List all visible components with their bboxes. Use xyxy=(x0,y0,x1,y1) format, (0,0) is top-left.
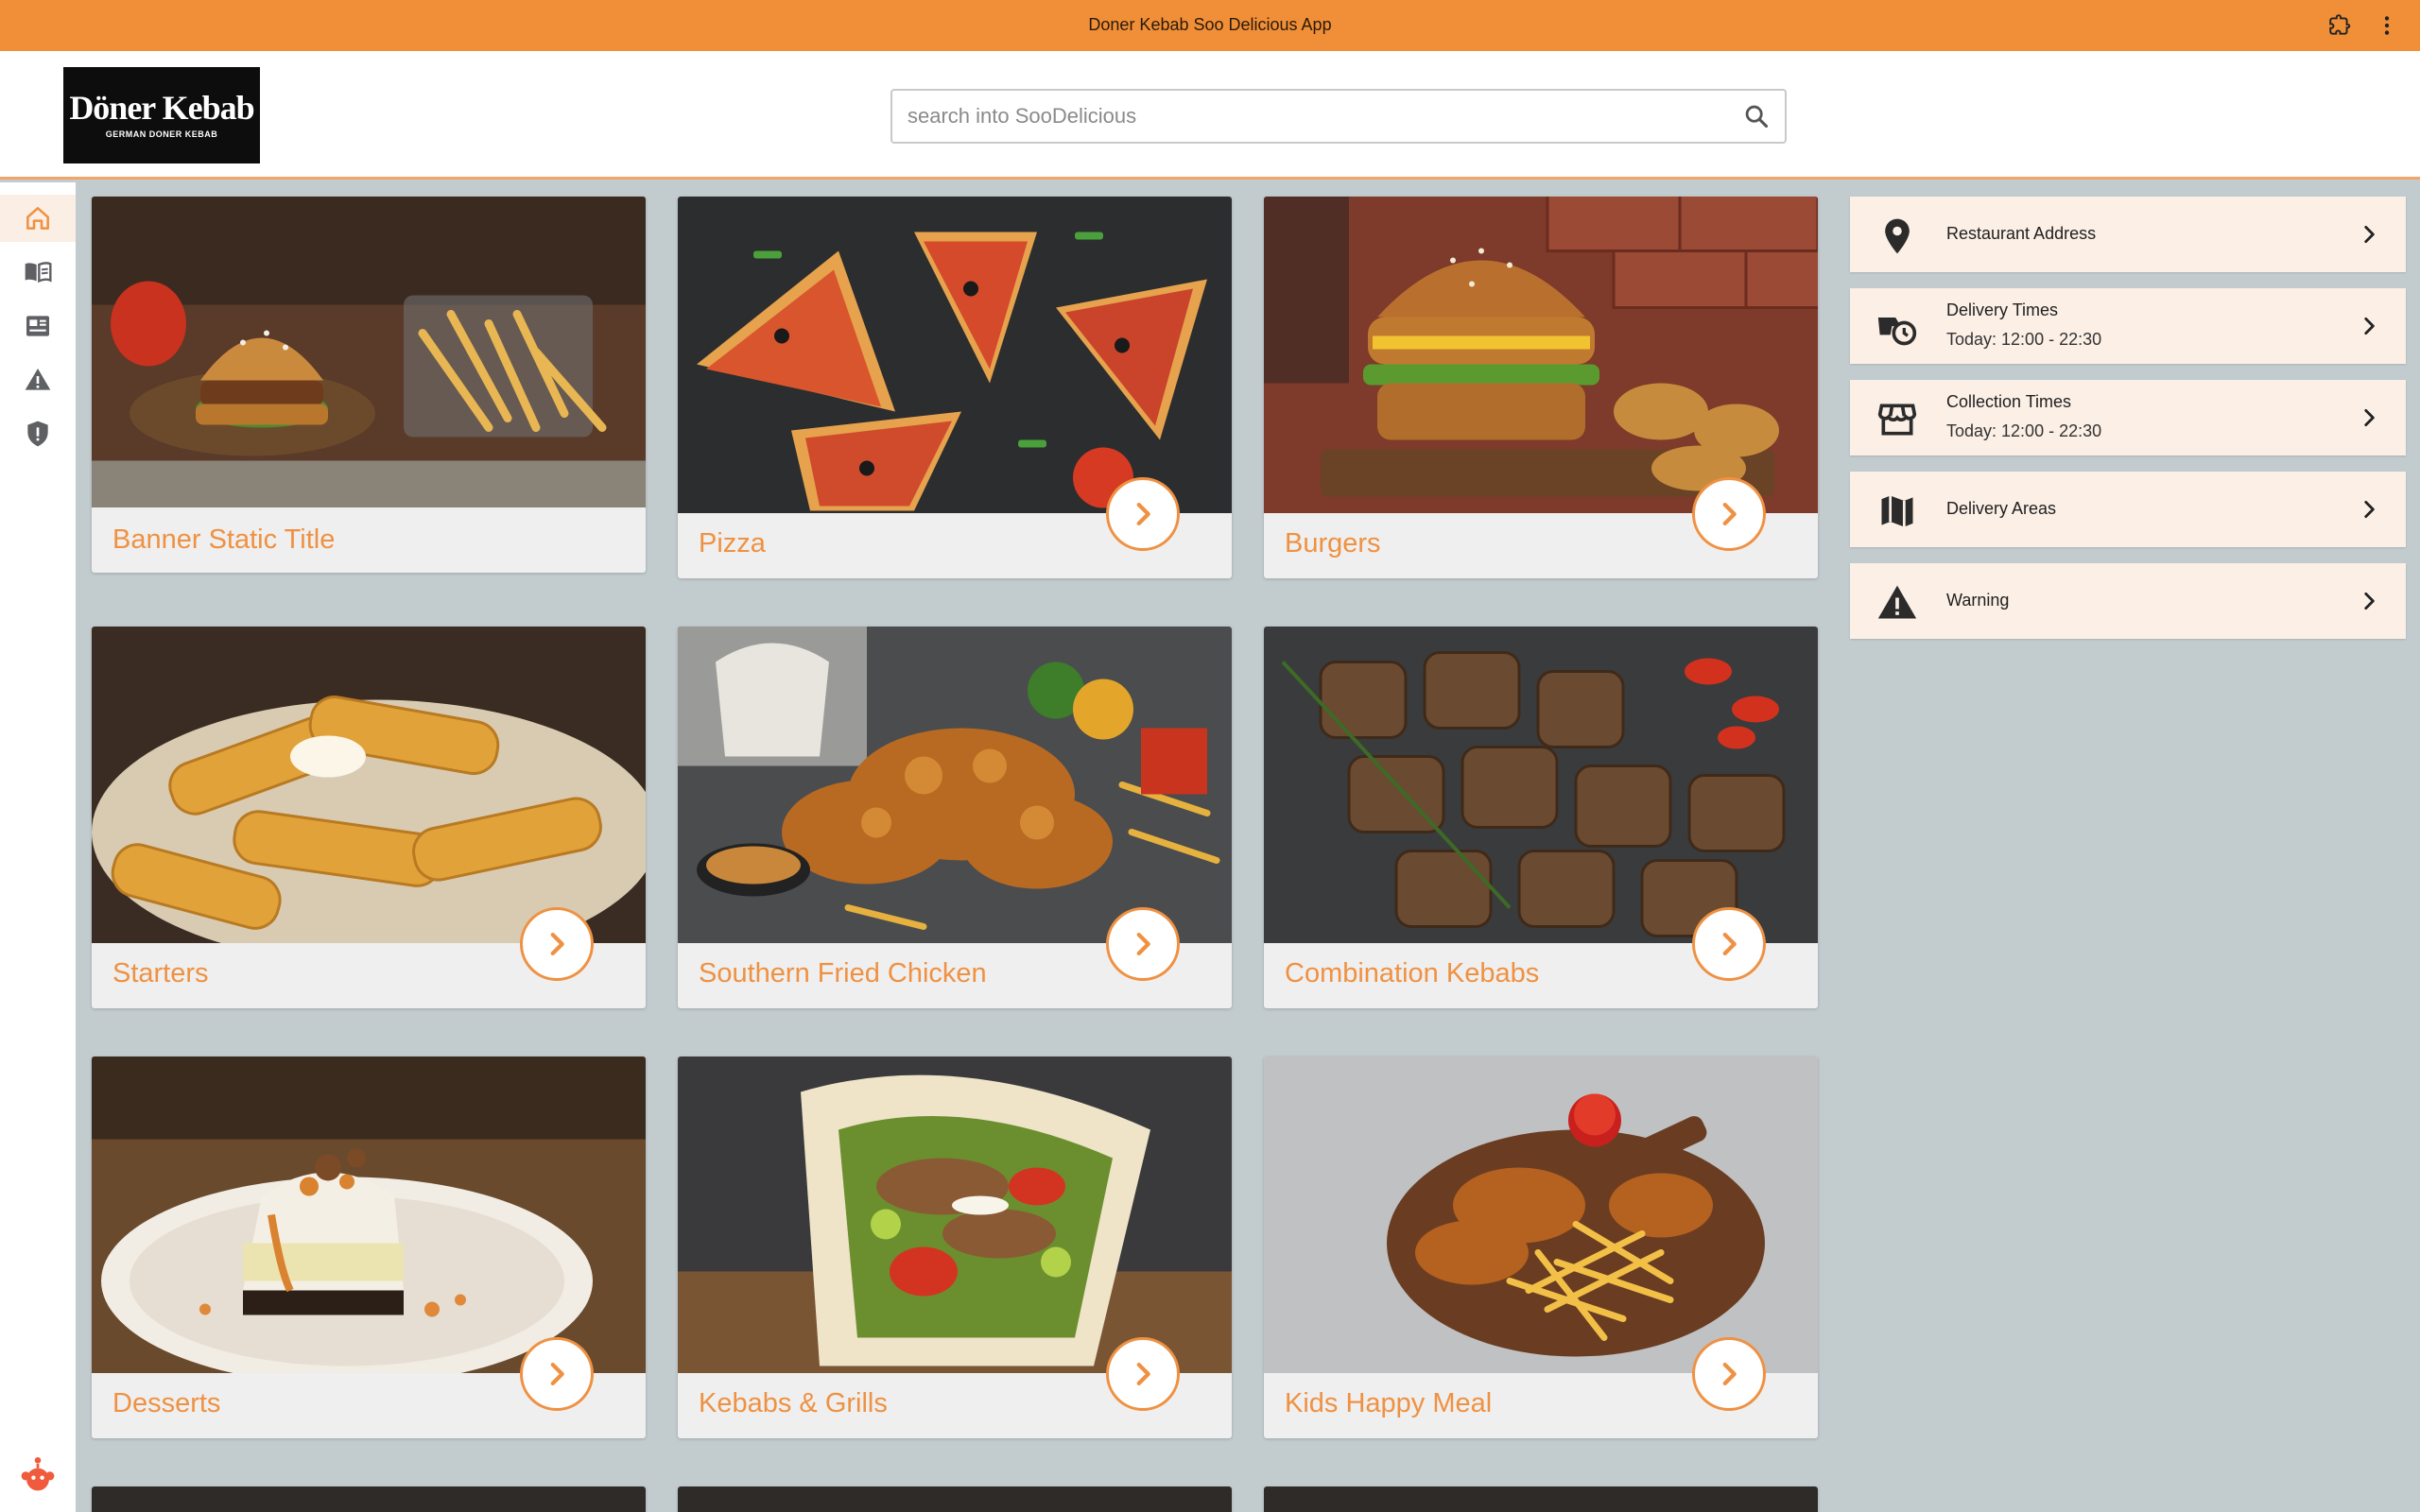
sidebar-item-privacy[interactable] xyxy=(0,410,76,457)
category-photo xyxy=(678,1486,1232,1512)
chevron-right-icon xyxy=(1136,1362,1150,1386)
chevron-right-icon xyxy=(2357,222,2381,247)
category-label: Pizza xyxy=(699,528,766,558)
chevron-right-icon xyxy=(1136,932,1150,956)
chevron-right-icon xyxy=(550,932,564,956)
chevron-right-icon xyxy=(550,1362,564,1386)
chevron-right-icon xyxy=(2357,405,2381,430)
info-item-delivery-times[interactable]: Delivery Times Today: 12:00 - 22:30 xyxy=(1850,288,2406,364)
category-card[interactable] xyxy=(92,1486,646,1512)
category-card[interactable]: Kebabs & Grills xyxy=(678,1057,1232,1438)
shield-icon xyxy=(27,421,48,447)
category-card[interactable]: Southern Fried Chicken xyxy=(678,627,1232,1008)
open-category-button[interactable] xyxy=(1106,1337,1180,1411)
title-bar: Doner Kebab Soo Delicious App xyxy=(0,0,2420,51)
search-icon[interactable] xyxy=(1743,103,1770,129)
category-label: Starters xyxy=(112,958,209,988)
chevron-right-icon xyxy=(1722,932,1737,956)
sidebar-nav xyxy=(0,182,76,1512)
banoffee-pie-photo xyxy=(92,1057,646,1373)
category-label: Desserts xyxy=(112,1388,221,1418)
mozzarella-sticks-photo xyxy=(92,627,646,943)
chevron-right-icon xyxy=(2357,589,2381,613)
chevron-right-icon xyxy=(2357,314,2381,338)
info-item-restaurant-address[interactable]: Restaurant Address xyxy=(1850,197,2406,272)
grilled-kebab-pieces-photo xyxy=(1264,627,1818,943)
category-card[interactable]: Combination Kebabs xyxy=(1264,627,1818,1008)
info-title: Delivery Times xyxy=(1946,301,2059,319)
window-title: Doner Kebab Soo Delicious App xyxy=(1088,15,1332,34)
home-icon xyxy=(26,207,49,230)
info-title: Delivery Areas xyxy=(1946,499,2057,518)
open-category-button[interactable] xyxy=(1106,907,1180,981)
warning-icon xyxy=(25,369,51,390)
chevron-right-icon xyxy=(1722,1362,1737,1386)
category-label: Kids Happy Meal xyxy=(1285,1388,1493,1418)
burger-and-fries-photo xyxy=(92,197,646,507)
fried-chicken-photo xyxy=(678,627,1232,943)
book-open-icon xyxy=(25,262,52,284)
sidebar-item-warnings[interactable] xyxy=(0,356,76,404)
sidebar-item-news[interactable] xyxy=(0,302,76,350)
category-card[interactable]: Banner Static Title xyxy=(92,197,646,573)
extension-icon[interactable] xyxy=(2327,13,2352,38)
category-photo xyxy=(1264,1486,1818,1512)
info-title: Collection Times xyxy=(1946,392,2072,411)
app-mascot-icon[interactable] xyxy=(17,1453,59,1495)
doner-wrap-photo xyxy=(678,1057,1232,1373)
search-box[interactable] xyxy=(890,89,1787,144)
search-input[interactable] xyxy=(908,91,1720,142)
category-card[interactable]: Desserts xyxy=(92,1057,646,1438)
open-category-button[interactable] xyxy=(1106,477,1180,551)
category-card[interactable]: Pizza xyxy=(678,197,1232,578)
open-category-button[interactable] xyxy=(520,1337,594,1411)
info-title: Warning xyxy=(1946,591,2010,610)
pizza-slices-photo xyxy=(678,197,1232,513)
more-vert-icon[interactable] xyxy=(2375,13,2399,38)
map-icon xyxy=(1876,490,1918,532)
category-card[interactable] xyxy=(1264,1486,1818,1512)
open-category-button[interactable] xyxy=(1692,1337,1766,1411)
category-card[interactable] xyxy=(678,1486,1232,1512)
category-card[interactable]: Kids Happy Meal xyxy=(1264,1057,1818,1438)
app-header: Döner Kebab GERMAN DONER KEBAB xyxy=(0,51,2420,180)
category-label: Banner Static Title xyxy=(112,524,336,555)
chevron-right-icon xyxy=(1136,502,1150,526)
open-category-button[interactable] xyxy=(1692,477,1766,551)
delivery-time-icon xyxy=(1876,307,1918,349)
article-icon xyxy=(26,316,49,336)
info-title: Restaurant Address xyxy=(1946,224,2097,243)
category-label: Kebabs & Grills xyxy=(699,1388,888,1418)
info-item-delivery-areas[interactable]: Delivery Areas xyxy=(1850,472,2406,547)
location-pin-icon xyxy=(1876,215,1918,257)
category-label: Combination Kebabs xyxy=(1285,958,1540,988)
storefront-icon xyxy=(1876,399,1918,440)
category-photo xyxy=(92,1486,646,1512)
crispy-chicken-burger-photo xyxy=(1264,197,1818,513)
info-subtitle: Today: 12:00 - 22:30 xyxy=(1946,330,2102,349)
open-category-button[interactable] xyxy=(1692,907,1766,981)
sidebar-item-home[interactable] xyxy=(0,195,76,242)
category-label: Southern Fried Chicken xyxy=(699,958,987,988)
category-label: Burgers xyxy=(1285,528,1381,558)
info-subtitle: Today: 12:00 - 22:30 xyxy=(1946,421,2102,440)
chicken-and-fries-board-photo xyxy=(1264,1057,1818,1373)
info-item-collection-times[interactable]: Collection Times Today: 12:00 - 22:30 xyxy=(1850,380,2406,455)
chevron-right-icon xyxy=(1722,502,1737,526)
info-item-warning[interactable]: Warning xyxy=(1850,563,2406,639)
chevron-right-icon xyxy=(2357,497,2381,522)
open-category-button[interactable] xyxy=(520,907,594,981)
category-card[interactable]: Starters xyxy=(92,627,646,1008)
category-card[interactable]: Burgers xyxy=(1264,197,1818,578)
doner-kebab-logo[interactable]: Döner Kebab GERMAN DONER KEBAB xyxy=(63,67,260,163)
sidebar-item-menu[interactable] xyxy=(0,249,76,296)
warning-icon xyxy=(1876,582,1918,624)
